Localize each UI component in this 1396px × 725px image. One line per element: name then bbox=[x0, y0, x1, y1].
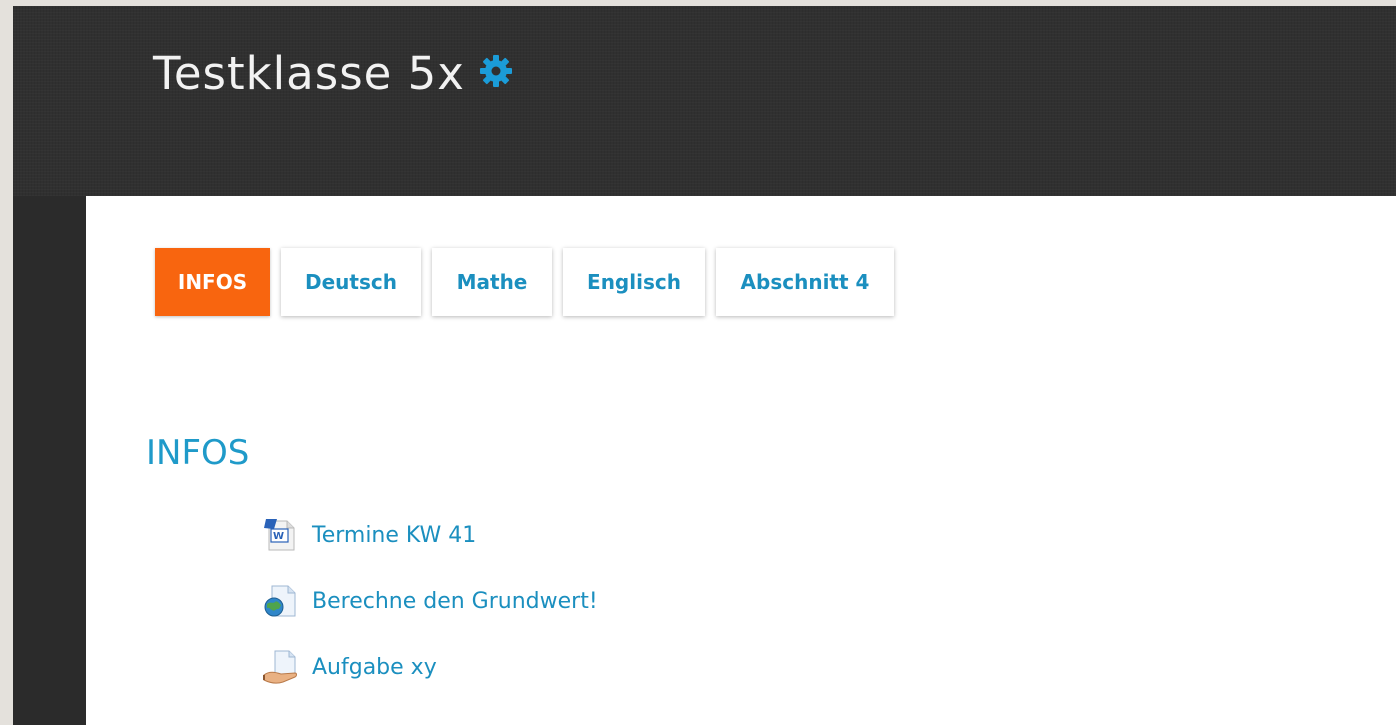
tab-infos[interactable]: INFOS bbox=[155, 248, 270, 316]
svg-text:W: W bbox=[273, 531, 284, 542]
tab-englisch[interactable]: Englisch bbox=[563, 248, 705, 316]
tab-mathe[interactable]: Mathe bbox=[432, 248, 552, 316]
activity-label: Termine KW 41 bbox=[312, 522, 477, 548]
section-tabs: INFOS Deutsch Mathe Englisch Abschnitt 4 bbox=[155, 248, 894, 316]
course-title-row: Testklasse 5x bbox=[153, 51, 513, 96]
tab-deutsch[interactable]: Deutsch bbox=[281, 248, 421, 316]
url-globe-icon bbox=[261, 583, 301, 619]
activity-item[interactable]: Berechne den Grundwert! bbox=[261, 584, 598, 618]
word-document-icon: W bbox=[261, 517, 301, 553]
course-content: INFOS Deutsch Mathe Englisch Abschnitt 4… bbox=[86, 196, 1396, 725]
activity-label: Aufgabe xy bbox=[312, 654, 437, 680]
left-strip bbox=[13, 196, 86, 725]
course-title: Testklasse 5x bbox=[153, 47, 465, 100]
page-frame: Testklasse 5x INFOS Deutsch Mathe Englis… bbox=[13, 6, 1396, 725]
tab-abschnitt-4[interactable]: Abschnitt 4 bbox=[716, 248, 894, 316]
course-header: Testklasse 5x bbox=[13, 6, 1396, 196]
activity-item[interactable]: Aufgabe xy bbox=[261, 650, 598, 684]
assignment-icon bbox=[261, 649, 301, 685]
activity-item[interactable]: W Termine KW 41 bbox=[261, 518, 598, 552]
activity-list: W Termine KW 41 Berechne den Grundwert! bbox=[261, 518, 598, 716]
activity-label: Berechne den Grundwert! bbox=[312, 588, 598, 614]
section-title: INFOS bbox=[146, 433, 250, 473]
gear-icon[interactable] bbox=[479, 54, 513, 88]
